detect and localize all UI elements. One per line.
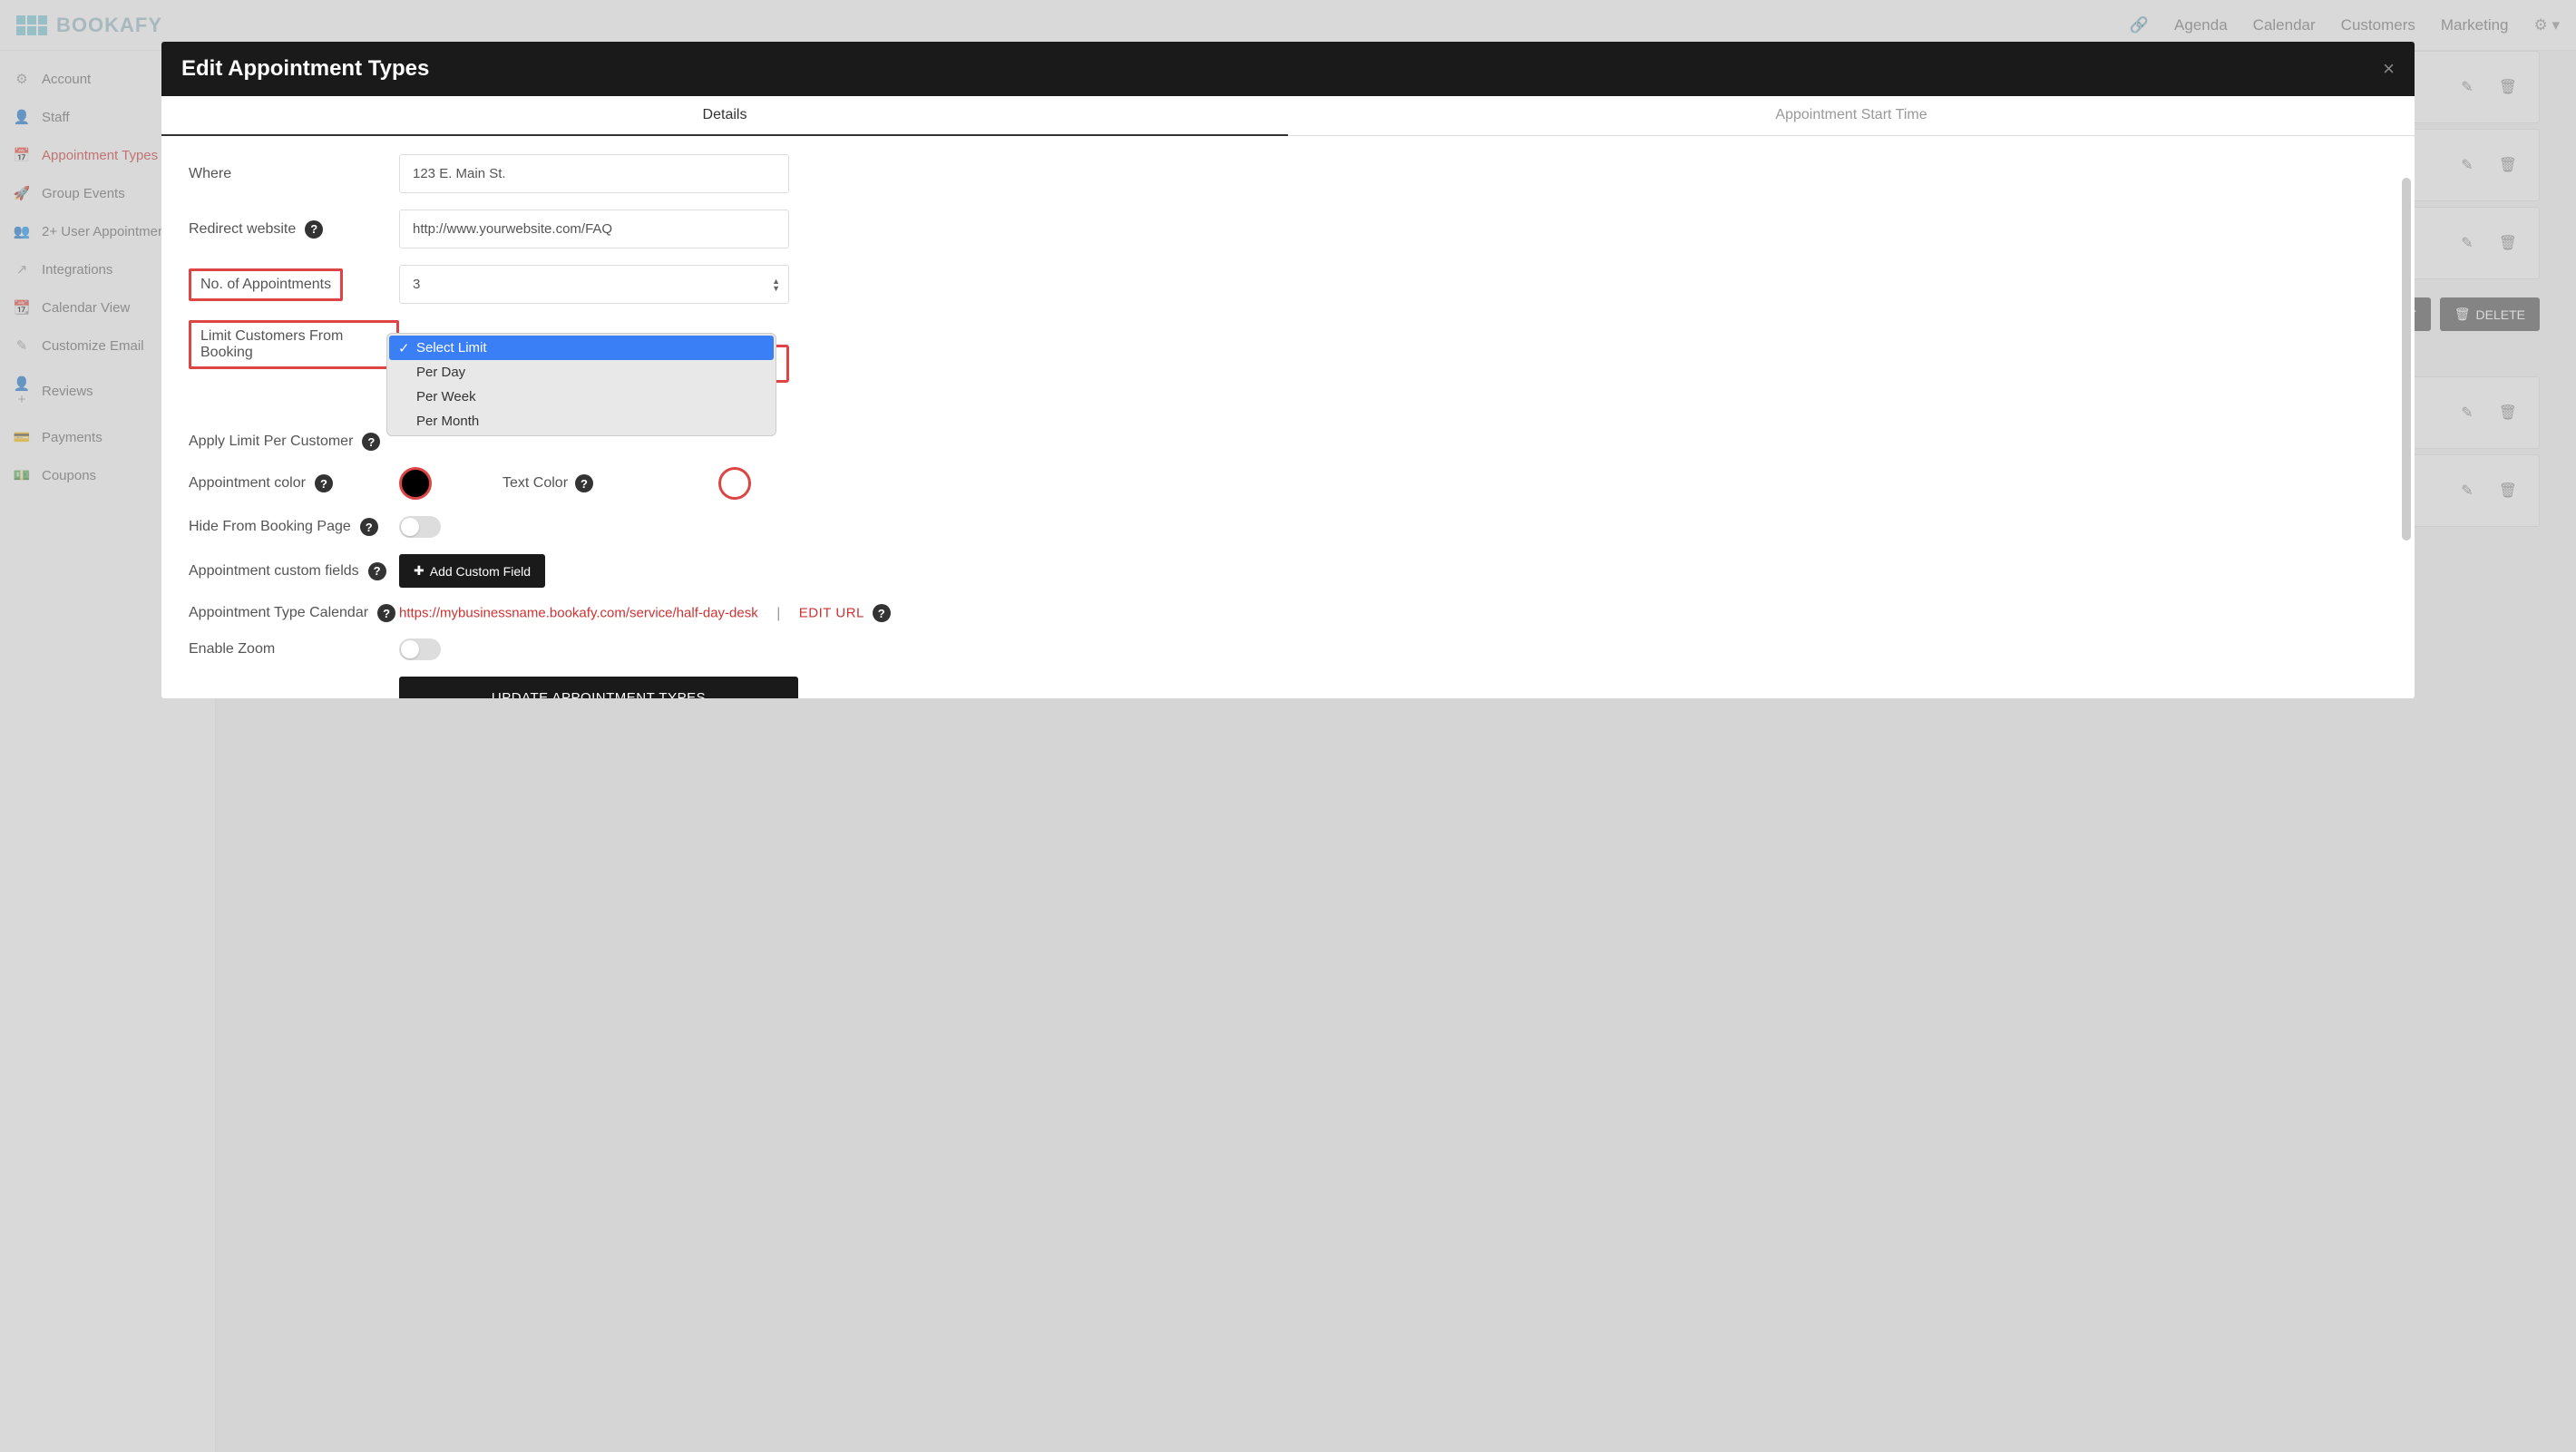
help-icon[interactable]: ? [360,518,378,536]
close-icon[interactable]: × [2383,57,2395,81]
number-stepper[interactable]: ▲▼ [772,278,780,292]
plus-icon: ✚ [414,563,424,579]
limit-select-dropdown: Select Limit Per Day Per Week Per Month [386,333,776,436]
label-redirect: Redirect website [189,221,296,238]
modal-overlay: Edit Appointment Types × Details Appoint… [0,0,2576,1452]
help-icon[interactable]: ? [305,220,323,239]
modal-tabs: Details Appointment Start Time [161,96,2415,136]
dropdown-option[interactable]: Per Month [389,409,774,434]
label-enable-zoom: Enable Zoom [189,641,275,658]
tab-details[interactable]: Details [161,96,1288,136]
tab-start-time[interactable]: Appointment Start Time [1288,96,2415,136]
separator: | [776,606,780,621]
scrollbar[interactable] [2402,178,2411,541]
hide-booking-toggle[interactable] [399,516,441,538]
label-appointment-color: Appointment color [189,475,306,492]
modal-title: Edit Appointment Types [181,56,429,82]
appointment-color-swatch[interactable] [399,467,432,500]
label-where: Where [189,166,399,182]
label-hide-booking: Hide From Booking Page [189,519,351,535]
where-input[interactable] [399,154,789,193]
label-type-calendar: Appointment Type Calendar [189,605,368,621]
update-button[interactable]: UPDATE APPOINTMENT TYPES [399,677,798,698]
help-icon[interactable]: ? [368,562,386,580]
modal-body: Where Redirect website ? No. of Appointm… [161,136,2415,698]
label-apply-limit: Apply Limit Per Customer [189,434,353,450]
label-limit-customers: Limit Customers From Booking [189,320,399,369]
modal-header: Edit Appointment Types × [161,42,2415,96]
help-icon[interactable]: ? [315,474,333,492]
label-no-appointments: No. of Appointments [189,268,343,301]
button-label: Add Custom Field [430,564,531,579]
edit-url-link[interactable]: EDIT URL [799,606,864,621]
label-custom-fields: Appointment custom fields [189,563,359,580]
no-appointments-input[interactable] [399,265,789,304]
label-text-color: Text Color [503,475,568,492]
help-icon[interactable]: ? [377,604,395,622]
dropdown-option[interactable]: Per Week [389,385,774,409]
text-color-swatch[interactable] [718,467,751,500]
enable-zoom-toggle[interactable] [399,638,441,660]
help-icon[interactable]: ? [575,474,593,492]
edit-appointment-modal: Edit Appointment Types × Details Appoint… [161,42,2415,698]
help-icon[interactable]: ? [873,604,891,622]
calendar-url[interactable]: https://mybusinessname.bookafy.com/servi… [399,606,758,621]
dropdown-option[interactable]: Select Limit [389,336,774,360]
add-custom-field-button[interactable]: ✚ Add Custom Field [399,554,545,588]
help-icon[interactable]: ? [362,433,380,451]
redirect-input[interactable] [399,210,789,248]
dropdown-option[interactable]: Per Day [389,360,774,385]
